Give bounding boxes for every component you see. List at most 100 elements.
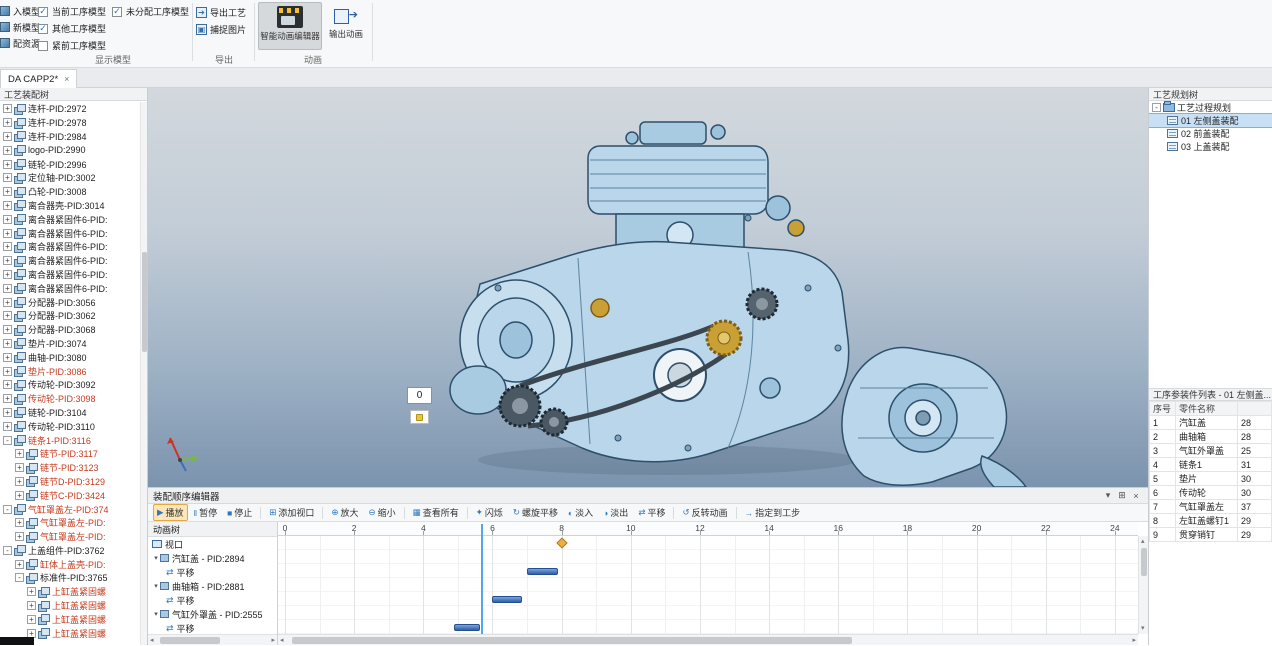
assembly-tree-item[interactable]: +离合器紧固件6-PID: [0,281,140,295]
assembly-tree-item[interactable]: +上缸盖紧固螺 [0,599,140,613]
expand-icon[interactable]: + [3,408,12,417]
expand-icon[interactable]: + [27,615,36,624]
expand-icon[interactable]: + [3,270,12,279]
expand-icon[interactable]: + [15,491,24,500]
expanded-triangle-icon[interactable]: ▾ [152,582,160,590]
timeline-vscrollbar[interactable]: ▴ ▾ [1138,536,1148,634]
scroll-right-icon[interactable]: ▸ [271,635,275,646]
expand-icon[interactable]: + [3,325,12,334]
toolbar-button-闪烁[interactable]: ✦闪烁 [472,504,507,521]
close-icon[interactable]: × [1129,491,1143,501]
assembly-tree-item[interactable]: +分配器-PID:3056 [0,295,140,309]
expand-icon[interactable]: + [3,132,12,141]
table-row[interactable]: 5垫片30 [1150,472,1272,486]
assembly-tree-item[interactable]: +离合器壳-PID:3014 [0,199,140,213]
scrollbar-thumb[interactable] [160,637,220,644]
assembly-tree-item[interactable]: +logo-PID:2990 [0,143,140,157]
expanded-triangle-icon[interactable]: ▾ [152,554,160,562]
scroll-down-icon[interactable]: ▾ [1141,623,1145,634]
collapse-icon[interactable]: - [1152,103,1161,112]
expand-icon[interactable]: + [3,104,12,113]
toolbar-button-反转动画[interactable]: ↺反转动画 [678,504,731,521]
expand-icon[interactable]: + [27,587,36,596]
expand-icon[interactable]: + [3,298,12,307]
expand-icon[interactable]: + [15,532,24,541]
animation-tree-item[interactable]: ▾汽缸盖 - PID:2894 [148,551,277,565]
checkbox-checked-icon[interactable]: ✓ [38,24,48,34]
toolbar-button-缩小[interactable]: ⊖缩小 [365,504,400,521]
toolbar-button-暂停[interactable]: ‖暂停 [190,504,222,521]
expand-icon[interactable]: + [3,256,12,265]
assembly-tree-item[interactable]: +分配器-PID:3062 [0,309,140,323]
expand-icon[interactable]: + [3,339,12,348]
assembly-tree-item[interactable]: +传动轮-PID:3092 [0,378,140,392]
animation-tree-item[interactable]: ⇄平移 [148,565,277,579]
model-display-checkbox[interactable]: ✓未分配工序模型 [112,5,189,18]
toolbar-button-停止[interactable]: ■停止 [223,504,256,521]
table-row[interactable]: 8左缸盖螺钉129 [1150,514,1272,528]
assembly-tree-item[interactable]: +垫片-PID:3086 [0,364,140,378]
planning-tree-item[interactable]: 01 左侧盖装配 [1149,114,1272,127]
collapse-icon[interactable]: - [3,546,12,555]
timeline-bar[interactable] [492,596,521,603]
expand-icon[interactable]: + [3,118,12,127]
scroll-left-icon[interactable]: ◂ [280,635,284,645]
table-row[interactable]: 6传动轮30 [1150,486,1272,500]
assembly-tree-item[interactable]: +离合器紧固件6-PID: [0,212,140,226]
scrollbar-thumb[interactable] [142,252,147,352]
planning-tree-root[interactable]: -工艺过程规划 [1149,101,1272,114]
toolbar-button-播放[interactable]: ▶播放 [153,504,188,521]
expand-icon[interactable]: + [3,187,12,196]
model-display-checkbox[interactable]: ✓当前工序模型 [38,5,106,18]
expand-icon[interactable]: + [3,201,12,210]
animation-tree-item[interactable]: ⇄平移 [148,593,277,607]
collapse-icon[interactable]: - [15,573,24,582]
assembly-tree-item[interactable]: -气缸罩盖左-PID:374 [0,502,140,516]
assembly-tree-item[interactable]: -链条1-PID:3116 [0,433,140,447]
expand-icon[interactable]: + [3,380,12,389]
collapse-icon[interactable]: - [3,505,12,514]
expand-icon[interactable]: + [15,449,24,458]
smart-animation-editor-button[interactable]: 智能动画编辑器 [258,2,322,50]
assembly-tree-item[interactable]: +链节-PID:3117 [0,447,140,461]
assembly-tree-item[interactable]: +链轮-PID:2996 [0,157,140,171]
assembly-tree-item[interactable]: -上盖组件-PID:3762 [0,544,140,558]
animation-tree-item[interactable]: ⇄平移 [148,621,277,635]
collapse-icon[interactable]: - [3,436,12,445]
expand-icon[interactable]: + [27,601,36,610]
toolbar-button-平移[interactable]: ⇄平移 [634,504,669,521]
capture-image-button[interactable]: ▣捕捉图片 [196,21,246,38]
expand-icon[interactable]: + [3,229,12,238]
animation-tree-hscrollbar[interactable]: ◂ ▸ [148,634,277,645]
scrollbar-thumb[interactable] [292,637,852,644]
expand-icon[interactable]: + [3,160,12,169]
viewport-3d[interactable]: 0 [148,88,1148,487]
checkbox-checked-icon[interactable]: ✓ [38,7,48,17]
table-row[interactable]: 9贯穿销钉29 [1150,528,1272,542]
timeline-hscrollbar[interactable]: ◂ ▸ [278,634,1138,645]
timeline-ruler[interactable]: 024681012141618202224 [278,522,1138,536]
table-row[interactable]: 3气缸外罩盖25 [1150,444,1272,458]
assembly-tree-item[interactable]: +离合器紧固件6-PID: [0,240,140,254]
expand-icon[interactable]: + [3,422,12,431]
assembly-tree-item[interactable]: -标准件-PID:3765 [0,571,140,585]
animation-tree-item[interactable]: 视口 [148,537,277,551]
toolbar-button-指定到工步[interactable]: →指定到工步 [741,504,805,521]
assembly-tree-item[interactable]: +上缸盖紧固螺 [0,585,140,599]
assembly-tree-item[interactable]: +传动轮-PID:3110 [0,419,140,433]
table-row[interactable]: 4链条131 [1150,458,1272,472]
assembly-tree-item[interactable]: +缸体上盖壳-PID: [0,557,140,571]
expand-icon[interactable]: + [3,242,12,251]
timeline-bar[interactable] [527,568,558,575]
assembly-tree-item[interactable]: +链节D-PID:3129 [0,475,140,489]
toolbar-button-放大[interactable]: ⊕放大 [327,504,362,521]
assembly-tree-item[interactable]: +气缸罩盖左-PID: [0,530,140,544]
planning-tree-item[interactable]: 02 前盖装配 [1149,127,1272,140]
float-icon[interactable]: ⊞ [1115,490,1129,501]
planning-tree-item[interactable]: 03 上盖装配 [1149,140,1272,153]
assembly-tree-item[interactable]: +气缸罩盖左-PID: [0,516,140,530]
assembly-tree-item[interactable]: +离合器紧固件6-PID: [0,268,140,282]
table-row[interactable]: 7气缸罩盖左37 [1150,500,1272,514]
expand-icon[interactable]: + [15,477,24,486]
animation-tree-item[interactable]: ▾气缸外罩盖 - PID:2555 [148,607,277,621]
